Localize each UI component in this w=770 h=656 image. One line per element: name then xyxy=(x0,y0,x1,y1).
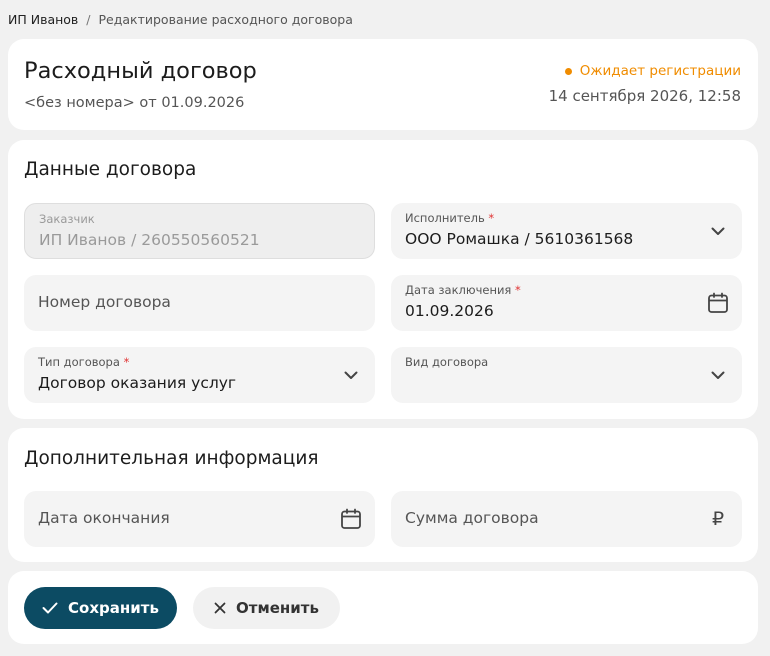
contract-type-value: Договор оказания услуг xyxy=(38,374,237,392)
chevron-down-icon[interactable] xyxy=(339,363,363,387)
section-title-contract-data: Данные договора xyxy=(24,159,197,180)
breadcrumb-root[interactable]: ИП Иванов xyxy=(8,12,78,27)
breadcrumb-current: Редактирование расходного договора xyxy=(98,12,353,27)
contract-number-input[interactable]: Номер договора xyxy=(24,275,375,331)
contract-data-card: Данные договора Заказчик ИП Иванов / 260… xyxy=(8,140,758,419)
contract-type-label: Тип договора * xyxy=(38,355,130,369)
contract-type-select[interactable]: Тип договора * Договор оказания услуг xyxy=(24,347,375,403)
customer-field: Заказчик ИП Иванов / 260550560521 xyxy=(24,203,375,259)
status-text: Ожидает регистрации xyxy=(579,63,741,79)
contract-kind-select[interactable]: Вид договора xyxy=(391,347,742,403)
calendar-icon[interactable] xyxy=(339,507,363,531)
executor-select[interactable]: Исполнитель * ООО Ромашка / 5610361568 xyxy=(391,203,742,259)
customer-label: Заказчик xyxy=(39,212,95,226)
cancel-button[interactable]: Отменить xyxy=(193,587,340,629)
close-icon xyxy=(214,602,226,614)
cancel-button-label: Отменить xyxy=(236,599,319,617)
page-title: Расходный договор xyxy=(24,58,257,84)
breadcrumb: ИП Иванов / Редактирование расходного до… xyxy=(8,12,353,27)
contract-header-card: Расходный договор <без номера> от 01.09.… xyxy=(8,39,758,130)
chevron-down-icon[interactable] xyxy=(706,363,730,387)
ruble-icon: ₽ xyxy=(711,508,725,530)
end-date-placeholder: Дата окончания xyxy=(38,509,170,527)
executor-value: ООО Ромашка / 5610361568 xyxy=(405,230,634,248)
contract-date-label: Дата заключения * xyxy=(405,283,521,297)
contract-number-placeholder: Номер договора xyxy=(38,293,171,311)
contract-datetime: 14 сентября 2026, 12:58 xyxy=(548,87,741,105)
actions-card: Сохранить Отменить xyxy=(8,571,758,644)
contract-date-field[interactable]: Дата заключения * 01.09.2026 xyxy=(391,275,742,331)
executor-label: Исполнитель * xyxy=(405,211,495,225)
save-button-label: Сохранить xyxy=(68,599,159,617)
breadcrumb-separator: / xyxy=(86,12,91,27)
customer-value: ИП Иванов / 260550560521 xyxy=(39,231,260,249)
save-button[interactable]: Сохранить xyxy=(24,587,177,629)
additional-info-card: Дополнительная информация Дата окончания… xyxy=(8,428,758,562)
contract-amount-input[interactable]: Сумма договора ₽ xyxy=(391,491,742,547)
status-badge: Ожидает регистрации xyxy=(564,63,741,79)
contract-subtitle: <без номера> от 01.09.2026 xyxy=(24,95,245,111)
check-icon xyxy=(42,602,58,614)
contract-kind-label: Вид договора xyxy=(405,355,489,369)
calendar-icon[interactable] xyxy=(706,291,730,315)
section-title-additional-info: Дополнительная информация xyxy=(24,448,319,469)
status-dot-icon xyxy=(564,67,572,75)
end-date-field[interactable]: Дата окончания xyxy=(24,491,375,547)
contract-date-value: 01.09.2026 xyxy=(405,302,494,320)
contract-amount-placeholder: Сумма договора xyxy=(405,509,539,527)
chevron-down-icon[interactable] xyxy=(706,219,730,243)
